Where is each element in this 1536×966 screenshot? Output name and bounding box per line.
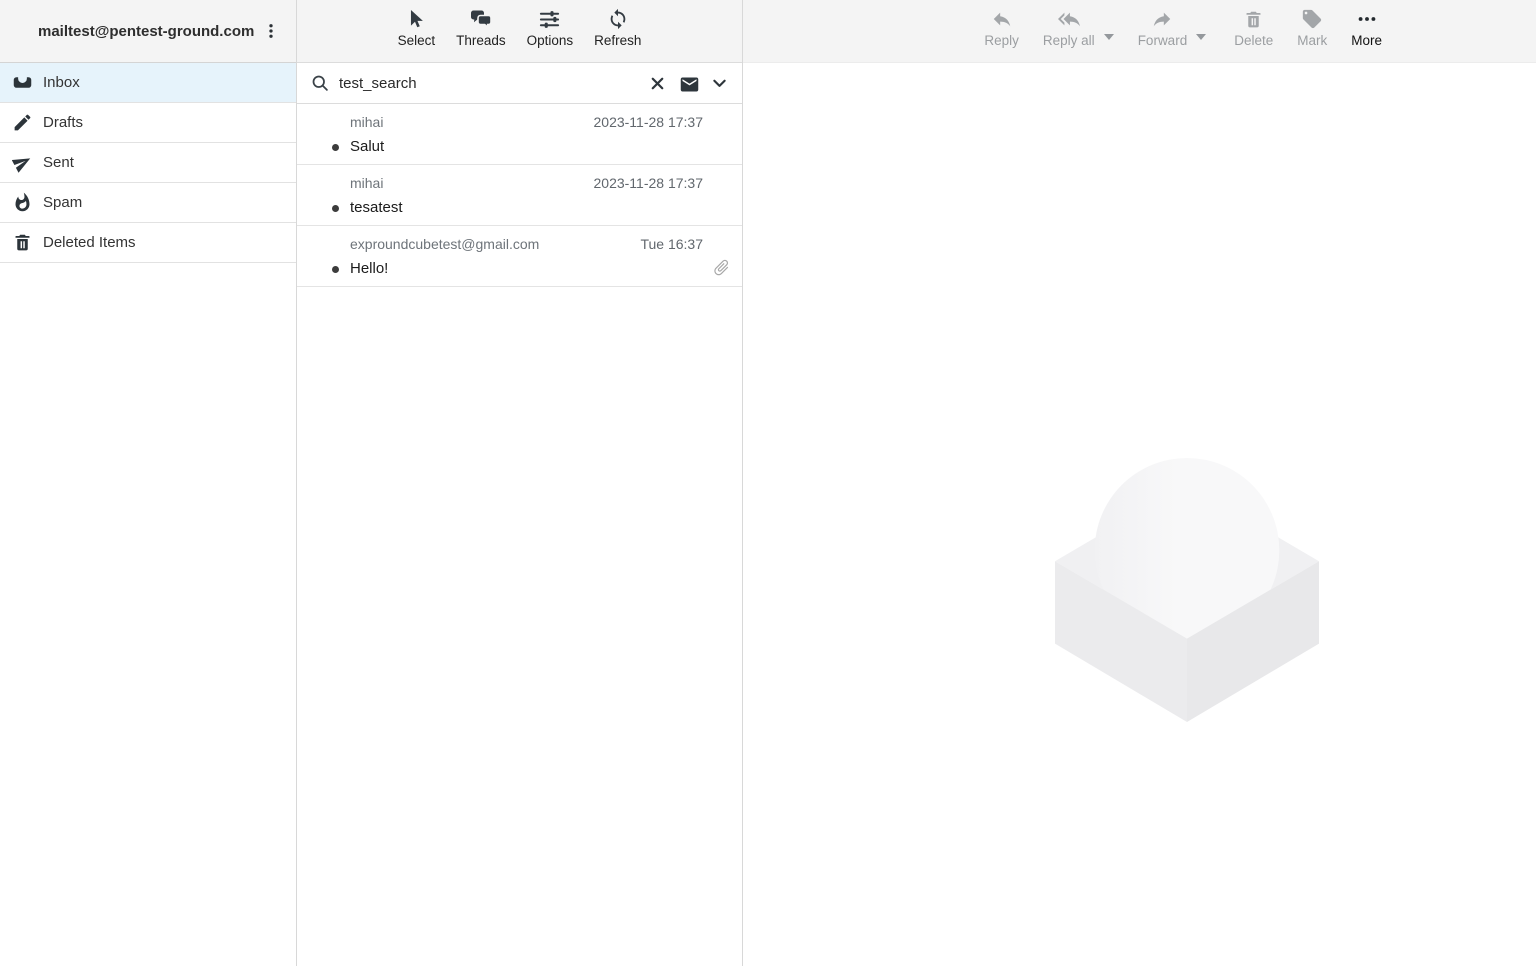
inbox-icon [12,72,33,93]
sidebar-item-deleted-items[interactable]: Deleted Items [0,223,296,263]
message-date: 2023-11-28 17:37 [594,114,704,130]
tag-icon [1300,7,1324,31]
select-button[interactable]: Select [398,7,436,48]
threads-label: Threads [456,33,506,48]
content-panel: Reply Reply all Forward [743,0,1536,966]
forward-label: Forward [1138,33,1188,48]
sidebar-item-label: Drafts [43,114,83,131]
chat-bubbles-icon [469,7,493,31]
unread-dot [332,144,339,151]
envelope-icon[interactable] [679,74,698,93]
paper-plane-icon [12,152,33,173]
trash-icon [1242,7,1266,31]
sidebar-item-inbox[interactable]: Inbox [0,63,296,103]
refresh-label: Refresh [594,33,641,48]
unread-dot [332,266,339,273]
reply-all-button[interactable]: Reply all [1043,7,1095,48]
mark-button[interactable]: Mark [1297,7,1327,48]
paperclip-icon [708,254,735,281]
message-sender: exproundcubetest@gmail.com [350,236,539,252]
reply-all-label: Reply all [1043,33,1095,48]
reply-label: Reply [984,33,1019,48]
delete-button[interactable]: Delete [1234,7,1273,48]
more-group: More [1351,7,1382,48]
message-sender: mihai [350,175,383,191]
select-label: Select [398,33,436,48]
message-toolbar: Reply Reply all Forward [743,0,1536,63]
search-bar [297,63,742,104]
sidebar-item-spam[interactable]: Spam [0,183,296,223]
sidebar-item-label: Deleted Items [43,234,136,251]
reply-button[interactable]: Reply [984,7,1019,48]
fire-icon [12,192,33,213]
delete-label: Delete [1234,33,1273,48]
more-label: More [1351,33,1382,48]
message-list: mihai 2023-11-28 17:37 Salut mihai 2023-… [297,104,742,966]
sidebar-item-label: Inbox [43,74,80,91]
folder-actions-button[interactable] [258,14,284,48]
sidebar-item-drafts[interactable]: Drafts [0,103,296,143]
roundcube-watermark [1053,458,1321,726]
forward-group: Forward [1138,7,1207,48]
sidebar-item-label: Sent [43,154,74,171]
more-button[interactable]: More [1351,7,1382,48]
mark-label: Mark [1297,33,1327,48]
reply-all-caret-icon[interactable] [1104,34,1114,40]
delete-group: Delete [1234,7,1273,48]
forward-button[interactable]: Forward [1138,7,1188,48]
mark-group: Mark [1297,7,1327,48]
message-row-subject-line: Hello! [297,260,742,278]
message-row-subject-line: Salut [297,138,742,156]
sidebar: mailtest@pentest-ground.com Inbox Drafts [0,0,297,966]
sidebar-item-sent[interactable]: Sent [0,143,296,183]
sliders-icon [538,7,562,31]
message-subject: tesatest [350,199,403,216]
reply-icon [990,7,1014,31]
reply-all-icon [1057,7,1081,31]
message-date: 2023-11-28 17:37 [594,175,704,191]
message-row-meta: mihai 2023-11-28 17:37 [297,114,742,130]
account-email: mailtest@pentest-ground.com [38,23,254,40]
sidebar-item-label: Spam [43,194,82,211]
cursor-icon [404,7,428,31]
refresh-button[interactable]: Refresh [594,7,641,48]
forward-caret-icon[interactable] [1196,34,1206,40]
message-list-column: Select Threads Options Refresh [297,0,743,966]
options-button[interactable]: Options [527,7,574,48]
message-row[interactable]: mihai 2023-11-28 17:37 Salut [297,104,742,165]
options-label: Options [527,33,574,48]
message-row-meta: exproundcubetest@gmail.com Tue 16:37 [297,236,742,252]
kebab-icon [262,22,280,40]
pencil-icon [12,112,33,133]
message-subject: Hello! [350,260,388,277]
message-row-subject-line: tesatest [297,199,742,217]
reply-all-group: Reply all [1043,7,1114,48]
ellipsis-icon [1355,7,1379,31]
message-row[interactable]: exproundcubetest@gmail.com Tue 16:37 Hel… [297,226,742,287]
message-row[interactable]: mihai 2023-11-28 17:37 tesatest [297,165,742,226]
threads-button[interactable]: Threads [456,7,506,48]
reply-group: Reply [984,7,1019,48]
message-subject: Salut [350,138,384,155]
chevron-down-icon[interactable] [710,74,729,93]
forward-icon [1150,7,1174,31]
account-header: mailtest@pentest-ground.com [0,0,296,63]
search-input[interactable] [339,75,636,92]
message-row-meta: mihai 2023-11-28 17:37 [297,175,742,191]
sync-icon [606,7,630,31]
trash-icon [12,232,33,253]
unread-dot [332,205,339,212]
message-sender: mihai [350,114,383,130]
clear-icon[interactable] [648,74,667,93]
search-icon [310,73,330,93]
list-toolbar: Select Threads Options Refresh [297,0,742,63]
webmail-app: mailtest@pentest-ground.com Inbox Drafts [0,0,1536,966]
message-date: Tue 16:37 [640,236,703,252]
